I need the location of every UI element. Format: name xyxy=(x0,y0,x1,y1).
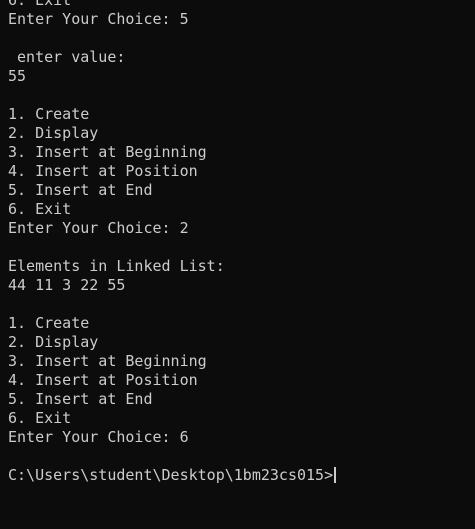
output-line: 6. Exit xyxy=(8,200,72,218)
output-line: 5. Insert at End xyxy=(8,181,153,199)
output-line: 2. Display xyxy=(8,333,99,351)
output-line: 4. Insert at Position xyxy=(8,162,198,180)
output-line: 1. Create xyxy=(8,314,90,332)
output-line: 2. Display xyxy=(8,124,99,142)
output-line: 5. Insert at End xyxy=(8,390,153,408)
output-line: Enter Your Choice: 5 xyxy=(8,10,189,28)
output-line: 4. Insert at Position xyxy=(8,371,198,389)
command-prompt-line[interactable]: C:\Users\student\Desktop\1bm23cs015> xyxy=(8,466,475,485)
output-line: 55 xyxy=(8,67,27,85)
command-prompt: C:\Users\student\Desktop\1bm23cs015> xyxy=(8,466,334,484)
terminal-window[interactable]: 6. Exit Enter Your Choice: 5 enter value… xyxy=(0,0,475,529)
output-line: 1. Create xyxy=(8,105,90,123)
output-line: 3. Insert at Beginning xyxy=(8,352,207,370)
text-cursor xyxy=(334,467,337,483)
output-line: Enter Your Choice: 6 xyxy=(8,428,189,446)
output-line: 3. Insert at Beginning xyxy=(8,143,207,161)
output-line: enter value: xyxy=(8,48,126,66)
output-line: Elements in Linked List: xyxy=(8,257,225,275)
output-line: 6. Exit xyxy=(8,0,72,9)
output-line: Enter Your Choice: 2 xyxy=(8,219,189,237)
terminal-output: 6. Exit Enter Your Choice: 5 enter value… xyxy=(8,0,475,485)
output-line: 6. Exit xyxy=(8,409,72,427)
output-line: 44 11 3 22 55 xyxy=(8,276,126,294)
